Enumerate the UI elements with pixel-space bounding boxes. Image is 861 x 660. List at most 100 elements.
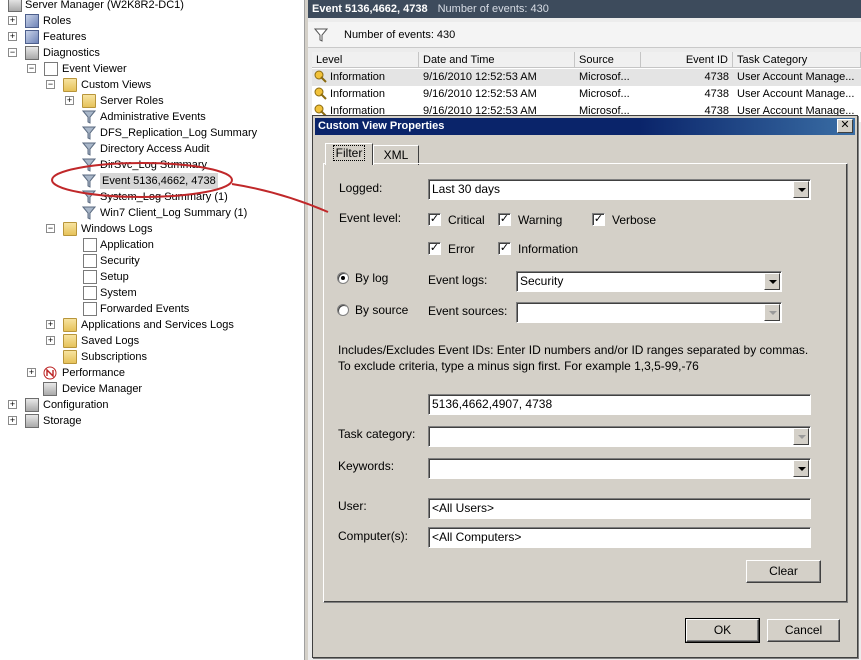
error-label: Error (448, 242, 475, 256)
event-ids-input[interactable]: 5136,4662,4907, 4738 (428, 394, 811, 415)
configuration-icon (25, 398, 39, 412)
tree-item-directory-access-audit[interactable]: Directory Access Audit (82, 141, 292, 157)
collapse-icon[interactable]: − (46, 80, 55, 89)
user-label: User: (338, 499, 367, 513)
tree-item-dfs-replication-log-summary[interactable]: DFS_Replication_Log Summary (82, 125, 292, 141)
keywords-label: Keywords: (338, 459, 395, 473)
collapse-icon[interactable]: − (8, 48, 17, 57)
ok-button[interactable]: OK (685, 618, 760, 643)
collapse-icon[interactable]: − (27, 64, 36, 73)
chevron-down-icon[interactable] (793, 181, 809, 198)
chevron-down-icon[interactable] (764, 304, 780, 321)
warning-label: Warning (518, 213, 563, 227)
expand-icon[interactable]: + (8, 416, 17, 425)
tab-filter[interactable]: Filter (325, 143, 373, 165)
chevron-down-icon[interactable] (793, 460, 809, 477)
expand-icon[interactable]: + (8, 400, 17, 409)
table-row[interactable]: Information 9/16/2010 12:52:53 AM Micros… (312, 103, 861, 115)
tree-item-roles[interactable]: + Roles (8, 13, 298, 29)
tree-item-system[interactable]: System (83, 285, 293, 301)
tab-xml[interactable]: XML (373, 145, 419, 165)
tree-item-event-viewer[interactable]: − Event Viewer (27, 61, 297, 77)
information-label: Information (518, 242, 579, 256)
tree-item-application[interactable]: Application (83, 237, 293, 253)
log-icon (83, 286, 97, 300)
user-input[interactable]: <All Users> (428, 498, 811, 519)
folder-icon (82, 94, 96, 108)
tree-item-performance[interactable]: + Performance (27, 365, 297, 381)
expand-icon[interactable]: + (46, 336, 55, 345)
folder-icon (63, 78, 77, 92)
tree-item-saved-logs[interactable]: + Saved Logs (46, 333, 296, 349)
log-icon (83, 270, 97, 284)
table-row[interactable]: Information 9/16/2010 12:52:53 AM Micros… (312, 69, 861, 86)
clear-button[interactable]: Clear (746, 560, 821, 583)
event-sources-dropdown[interactable] (516, 302, 782, 323)
by-source-radio[interactable] (337, 304, 349, 316)
tree-item-server-roles[interactable]: + Server Roles (65, 93, 295, 109)
folder-icon (63, 334, 77, 348)
computers-input[interactable]: <All Computers> (428, 527, 811, 548)
collapse-icon[interactable]: − (46, 224, 55, 233)
error-checkbox[interactable]: ✓ (428, 242, 441, 255)
pane-event-count: Number of events: 430 (437, 3, 549, 15)
expand-icon[interactable]: + (46, 320, 55, 329)
expand-icon[interactable]: + (27, 368, 36, 377)
cancel-button[interactable]: Cancel (767, 619, 840, 642)
filter-icon (82, 206, 96, 220)
tree-item-subscriptions[interactable]: Subscriptions (63, 349, 293, 365)
by-source-label: By source (355, 303, 409, 317)
tree-item-windows-logs[interactable]: − Windows Logs (46, 221, 296, 237)
tree-item-configuration[interactable]: + Configuration (8, 397, 298, 413)
expand-icon[interactable]: + (65, 96, 74, 105)
verbose-label: Verbose (612, 213, 657, 227)
tree-item-security[interactable]: Security (83, 253, 293, 269)
tree-item-event-5136-4662-4738[interactable]: Event 5136,4662, 4738 (82, 173, 292, 189)
filter-icon (82, 190, 96, 204)
filter-bar: Number of events: 430 (308, 22, 861, 48)
logged-dropdown[interactable]: Last 30 days (428, 179, 811, 200)
event-logs-label: Event logs: (428, 273, 488, 287)
device-manager-icon (43, 382, 57, 396)
column-header-task-category[interactable]: Task Category (733, 52, 861, 68)
log-icon (83, 254, 97, 268)
column-header-source[interactable]: Source (575, 52, 641, 68)
tree-item-win7-client-log-summary[interactable]: Win7 Client_Log Summary (1) (82, 205, 292, 221)
tree-item-administrative-events[interactable]: Administrative Events (82, 109, 292, 125)
tree-item-custom-views[interactable]: − Custom Views (46, 77, 296, 93)
keywords-dropdown[interactable] (428, 458, 811, 479)
tree-item-system-log-summary[interactable]: System_Log Summary (1) (82, 189, 292, 205)
task-category-label: Task category: (338, 427, 416, 441)
by-log-radio[interactable] (337, 272, 349, 284)
column-header-event-id[interactable]: Event ID (641, 52, 733, 68)
custom-view-properties-dialog: Custom View Properties ✕ Filter XML Logg… (312, 115, 858, 658)
information-checkbox[interactable]: ✓ (498, 242, 511, 255)
expand-icon[interactable]: + (8, 32, 17, 41)
column-header-date-time[interactable]: Date and Time (419, 52, 575, 68)
chevron-down-icon[interactable] (793, 428, 809, 445)
features-icon (25, 30, 39, 44)
chevron-down-icon[interactable] (764, 273, 780, 290)
event-level-label: Event level: (339, 211, 402, 225)
tree-item-features[interactable]: + Features (8, 29, 298, 45)
task-category-dropdown[interactable] (428, 426, 811, 447)
tree-item-device-manager[interactable]: Device Manager (43, 381, 293, 397)
table-row[interactable]: Information 9/16/2010 12:52:53 AM Micros… (312, 86, 861, 103)
tree-item-dirsvc-log-summary[interactable]: DirSvc_Log Summary (82, 157, 292, 173)
tree-item-setup[interactable]: Setup (83, 269, 293, 285)
dialog-title-bar[interactable]: Custom View Properties ✕ (315, 118, 855, 135)
tree-item-storage[interactable]: + Storage (8, 413, 298, 429)
column-header-level[interactable]: Level (312, 52, 419, 68)
critical-checkbox[interactable]: ✓ (428, 213, 441, 226)
tree-item-server-manager[interactable]: Server Manager (W2K8R2-DC1) (8, 0, 298, 13)
tree-item-applications-and-services-logs[interactable]: + Applications and Services Logs (46, 317, 296, 333)
tree-item-forwarded-events[interactable]: Forwarded Events (83, 301, 293, 317)
tree-item-diagnostics[interactable]: − Diagnostics (8, 45, 298, 61)
event-logs-dropdown[interactable]: Security (516, 271, 782, 292)
warning-checkbox[interactable]: ✓ (498, 213, 511, 226)
expand-icon[interactable]: + (8, 16, 17, 25)
close-button[interactable]: ✕ (837, 119, 853, 133)
verbose-checkbox[interactable]: ✓ (592, 213, 605, 226)
folder-icon (63, 222, 77, 236)
server-icon (8, 0, 22, 12)
